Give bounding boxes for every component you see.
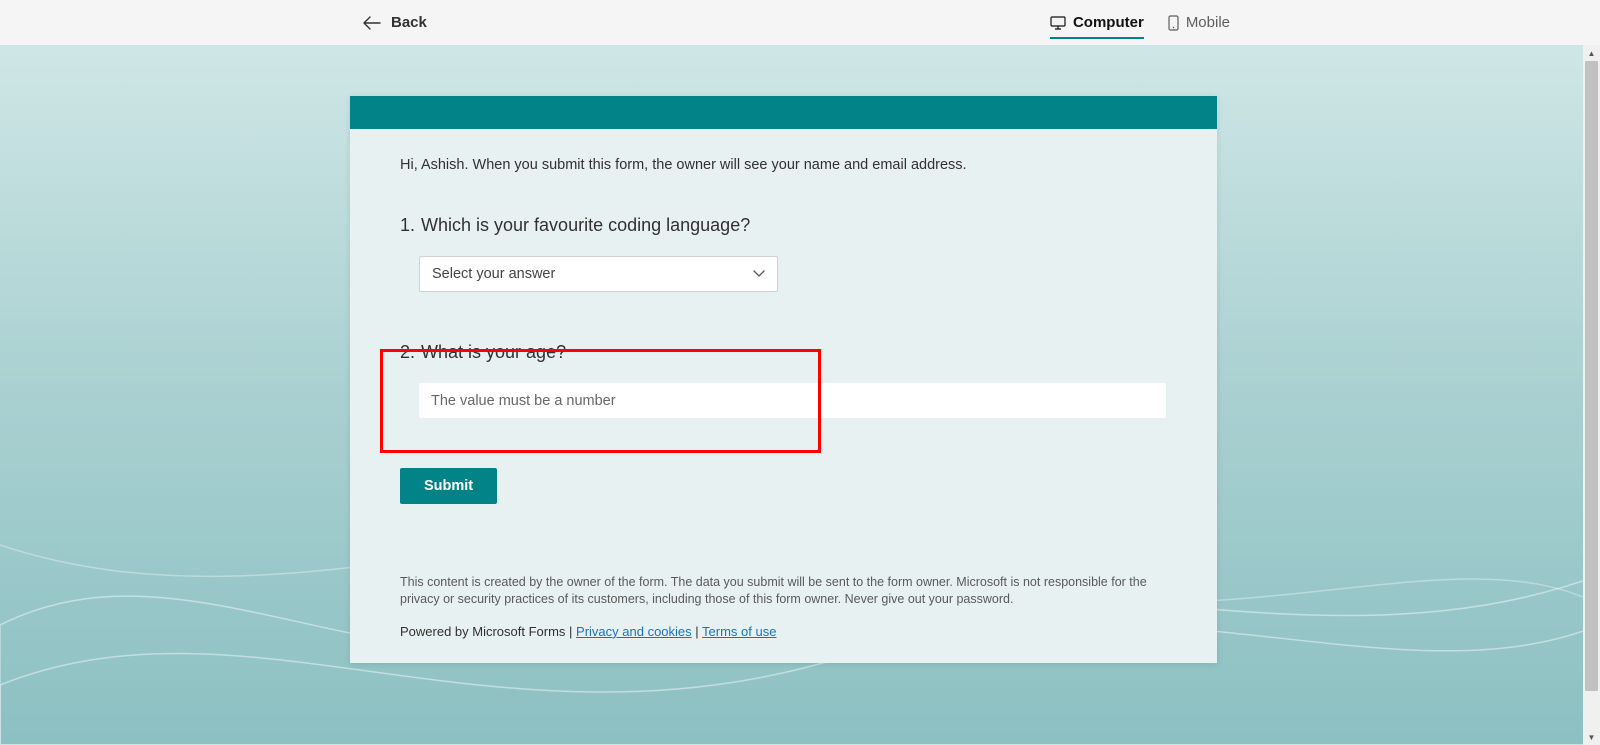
separator-2: |	[692, 624, 702, 639]
scroll-thumb[interactable]	[1585, 61, 1598, 691]
terms-link[interactable]: Terms of use	[702, 624, 776, 639]
separator-1: |	[565, 624, 576, 639]
question-2-input[interactable]	[419, 383, 1166, 418]
question-1-text: Which is your favourite coding language?	[421, 215, 750, 236]
back-label: Back	[391, 14, 427, 31]
question-1-number: 1.	[400, 215, 415, 236]
device-tabs: Computer Mobile	[1050, 0, 1230, 45]
question-2-text: What is your age?	[421, 342, 566, 363]
tab-mobile[interactable]: Mobile	[1168, 0, 1230, 45]
intro-text: Hi, Ashish. When you submit this form, t…	[400, 157, 1167, 173]
top-bar: Back Computer Mobile	[0, 0, 1600, 45]
monitor-icon	[1050, 16, 1066, 30]
question-1-title: 1. Which is your favourite coding langua…	[400, 215, 1167, 236]
scrollbar[interactable]: ▲ ▼	[1583, 45, 1600, 745]
tab-mobile-label: Mobile	[1186, 14, 1230, 31]
preview-area: Hi, Ashish. When you submit this form, t…	[0, 45, 1600, 745]
question-2-title: 2. What is your age?	[400, 342, 1167, 363]
chevron-down-icon	[753, 265, 765, 283]
scroll-up-arrow-icon[interactable]: ▲	[1583, 45, 1600, 61]
powered-by-text: Powered by Microsoft Forms	[400, 624, 565, 639]
back-button[interactable]: Back	[363, 14, 427, 31]
back-arrow-icon	[363, 16, 381, 30]
tab-computer-label: Computer	[1073, 14, 1144, 31]
tab-computer[interactable]: Computer	[1050, 0, 1144, 45]
question-1-select[interactable]: Select your answer	[419, 256, 778, 292]
disclaimer-text: This content is created by the owner of …	[400, 574, 1167, 608]
question-1: 1. Which is your favourite coding langua…	[400, 215, 1167, 292]
form-body: Hi, Ashish. When you submit this form, t…	[350, 129, 1217, 663]
form-card: Hi, Ashish. When you submit this form, t…	[350, 96, 1217, 663]
mobile-icon	[1168, 15, 1179, 31]
question-2-number: 2.	[400, 342, 415, 363]
question-2: 2. What is your age?	[400, 342, 1167, 418]
scroll-down-arrow-icon[interactable]: ▼	[1583, 729, 1600, 745]
powered-row: Powered by Microsoft Forms | Privacy and…	[400, 624, 1167, 639]
submit-button[interactable]: Submit	[400, 468, 497, 504]
form-header-strip	[350, 96, 1217, 129]
question-1-placeholder: Select your answer	[432, 266, 555, 282]
privacy-link[interactable]: Privacy and cookies	[576, 624, 692, 639]
